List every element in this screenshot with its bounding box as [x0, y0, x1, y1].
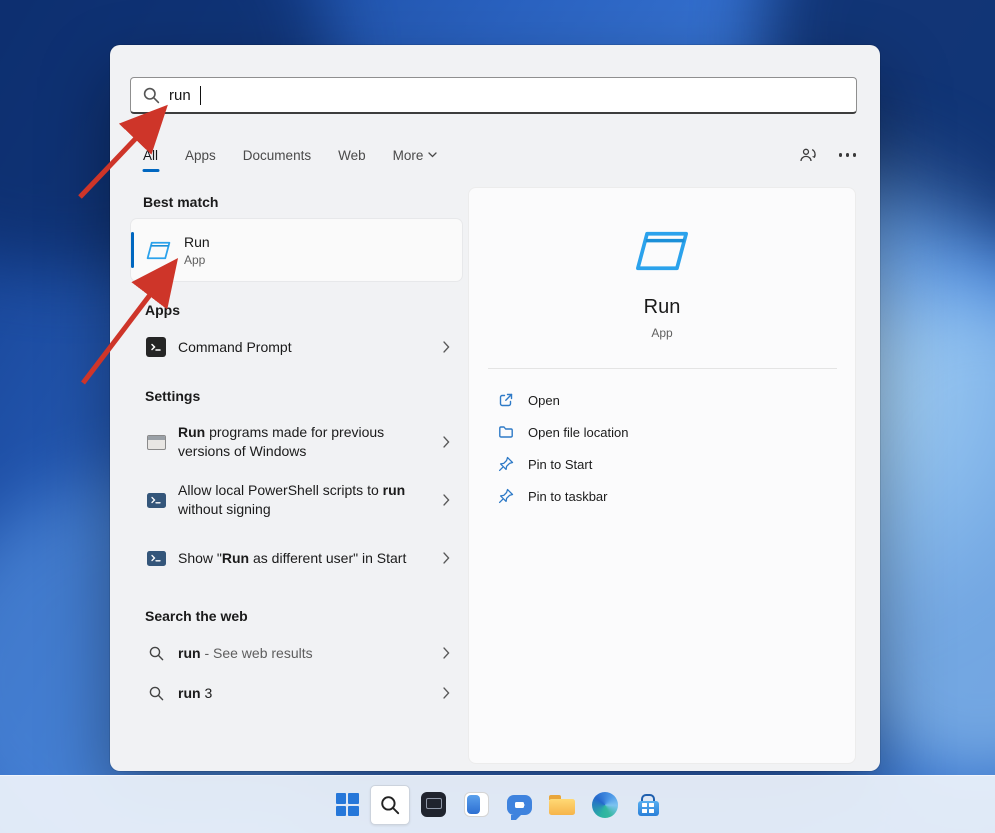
search-results-list: Best match Run App Apps Command Prompt S… [131, 194, 462, 713]
best-match-run-item[interactable]: Run App [131, 219, 462, 281]
run-icon [145, 240, 172, 261]
task-view-icon [420, 792, 446, 817]
search-icon [380, 795, 400, 815]
chat-button[interactable] [499, 785, 539, 825]
search-query-text: run [169, 86, 191, 104]
compatibility-icon [145, 434, 167, 450]
powershell-icon [145, 492, 167, 508]
tab-web[interactable]: Web [338, 148, 366, 163]
tab-more[interactable]: More [393, 148, 438, 163]
web-section-header: Search the web [145, 608, 248, 624]
selection-accent-bar [131, 232, 134, 268]
settings-section-header: Settings [145, 388, 201, 404]
start-button[interactable] [327, 785, 367, 825]
best-match-subtitle: App [184, 252, 206, 267]
apps-section-header: Apps [145, 302, 180, 318]
chevron-right-icon [443, 436, 450, 448]
result-run-as-different-user-setting[interactable]: Show "Run as different user" in Start [131, 529, 462, 587]
widgets-icon [463, 792, 489, 817]
tab-all[interactable]: All [143, 148, 158, 163]
store-button[interactable] [628, 785, 668, 825]
best-match-title: Run [184, 233, 210, 250]
windows-logo-icon [335, 793, 359, 816]
search-input[interactable]: run [130, 77, 857, 114]
result-command-prompt[interactable]: Command Prompt [131, 327, 462, 367]
file-explorer-icon [549, 794, 575, 815]
pin-icon [498, 488, 514, 504]
search-filter-tabs: All Apps Documents Web More [143, 142, 856, 168]
result-compatibility-setting[interactable]: Run programs made for previous versions … [131, 413, 462, 471]
search-icon [145, 686, 167, 701]
edge-button[interactable] [585, 785, 625, 825]
chevron-right-icon [443, 552, 450, 564]
command-prompt-icon [145, 337, 167, 357]
action-pin-to-taskbar[interactable]: Pin to taskbar [498, 480, 628, 512]
search-flyout: run All Apps Documents Web More Best mat… [110, 45, 880, 771]
user-accounts-icon[interactable] [799, 147, 817, 163]
run-icon [632, 228, 692, 274]
more-options-icon[interactable] [838, 153, 856, 157]
text-cursor [199, 85, 202, 105]
chevron-right-icon [443, 647, 450, 659]
chevron-right-icon [443, 341, 450, 353]
tab-apps[interactable]: Apps [185, 148, 216, 163]
desktop: run All Apps Documents Web More Best mat… [0, 0, 995, 833]
edge-icon [592, 791, 618, 818]
chevron-right-icon [443, 494, 450, 506]
action-pin-to-start[interactable]: Pin to Start [498, 448, 628, 480]
chevron-right-icon [443, 687, 450, 699]
task-view-button[interactable] [413, 785, 453, 825]
search-icon [145, 646, 167, 661]
pin-icon [498, 456, 514, 472]
taskbar-search-button[interactable] [370, 784, 410, 825]
result-web-run-3[interactable]: run 3 [131, 673, 462, 713]
chevron-down-icon [428, 152, 438, 158]
best-match-header: Best match [143, 194, 219, 210]
file-explorer-button[interactable] [542, 785, 582, 825]
preview-actions: Open Open file location Pin to Start Pin… [498, 384, 628, 512]
result-powershell-scripts-setting[interactable]: Allow local PowerShell scripts to run wi… [131, 471, 462, 529]
store-icon [637, 793, 659, 816]
tab-documents[interactable]: Documents [243, 148, 311, 163]
open-icon [498, 392, 514, 408]
chat-icon [506, 794, 532, 820]
preview-subtitle: App [651, 326, 673, 340]
folder-icon [498, 424, 514, 440]
action-open[interactable]: Open [498, 384, 628, 416]
taskbar [0, 775, 995, 833]
powershell-icon [145, 550, 167, 566]
preview-pane: Run App Open Open file location Pin to S… [468, 187, 856, 764]
action-open-file-location[interactable]: Open file location [498, 416, 628, 448]
result-web-run[interactable]: run - See web results [131, 633, 462, 673]
preview-title: Run [643, 296, 681, 318]
widgets-button[interactable] [456, 785, 496, 825]
search-icon [143, 87, 160, 104]
divider [487, 368, 837, 369]
